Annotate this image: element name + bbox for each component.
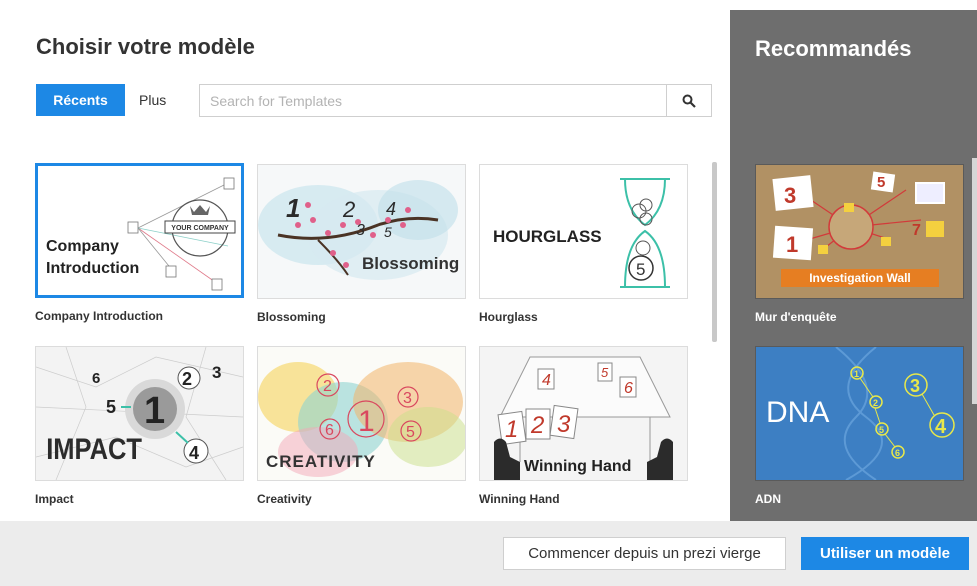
svg-text:3: 3 bbox=[403, 390, 412, 407]
svg-text:3: 3 bbox=[557, 411, 571, 438]
svg-text:6: 6 bbox=[92, 370, 100, 387]
impact-thumbnail: 1 2 3 6 5 4 IMPACT bbox=[36, 347, 243, 480]
template-thumbnail[interactable]: YOUR COMPANY Company Introduction bbox=[35, 163, 244, 298]
svg-text:6: 6 bbox=[624, 380, 633, 397]
company-introduction-thumbnail: YOUR COMPANY Company Introduction bbox=[38, 166, 241, 295]
svg-text:4: 4 bbox=[189, 443, 199, 463]
template-thumbnail[interactable]: 1 2 3 6 5 4 IMPACT bbox=[35, 346, 244, 481]
svg-text:4: 4 bbox=[935, 416, 947, 438]
thumb-text-line1: Company bbox=[46, 238, 119, 255]
start-blank-button[interactable]: Commencer depuis un prezi vierge bbox=[503, 537, 786, 570]
template-thumbnail[interactable]: 2 3 1 6 5 CREATIVITY bbox=[257, 346, 466, 481]
svg-text:1: 1 bbox=[144, 390, 165, 432]
template-label: Impact bbox=[35, 492, 74, 506]
svg-text:6: 6 bbox=[895, 448, 900, 458]
svg-text:5: 5 bbox=[384, 224, 392, 240]
tab-more[interactable]: Plus bbox=[139, 84, 166, 116]
thumb-text: DNA bbox=[766, 396, 829, 429]
template-label: Blossoming bbox=[257, 310, 326, 324]
svg-text:3: 3 bbox=[356, 222, 365, 239]
svg-text:5: 5 bbox=[636, 260, 645, 279]
recommended-thumbnail[interactable]: 3 1 5 7 Investigation Wall bbox=[755, 164, 964, 299]
svg-text:7: 7 bbox=[912, 222, 921, 239]
recommended-pane: Recommandés 3 1 5 7 Investigation Wall M… bbox=[730, 10, 977, 521]
svg-text:5: 5 bbox=[877, 174, 885, 191]
hourglass-thumbnail: 5 HOURGLASS bbox=[480, 165, 687, 298]
template-chooser-dialog: Choisir votre modèle Récents Plus Search… bbox=[0, 0, 977, 586]
svg-text:2: 2 bbox=[342, 197, 355, 222]
creativity-thumbnail: 2 3 1 6 5 CREATIVITY bbox=[258, 347, 465, 480]
svg-text:3: 3 bbox=[910, 376, 920, 396]
recommended-scrollbar[interactable] bbox=[972, 158, 977, 404]
thumb-text: Investigation Wall bbox=[809, 271, 911, 285]
svg-text:2: 2 bbox=[530, 412, 544, 439]
thumb-text: Blossoming bbox=[362, 254, 459, 273]
thumb-text: CREATIVITY bbox=[266, 452, 376, 471]
search-icon bbox=[682, 94, 696, 108]
svg-text:5: 5 bbox=[106, 397, 116, 417]
search-input[interactable] bbox=[200, 85, 667, 116]
blossoming-thumbnail: 1 2 4 3 5 Blossoming bbox=[258, 165, 465, 298]
template-label: Winning Hand bbox=[479, 492, 560, 506]
recommended-label: ADN bbox=[755, 492, 781, 506]
svg-text:1: 1 bbox=[286, 193, 300, 223]
templates-pane: Choisir votre modèle Récents Plus Search… bbox=[0, 0, 730, 520]
thumb-text-line2: Introduction bbox=[46, 260, 139, 277]
svg-text:3: 3 bbox=[784, 183, 796, 208]
svg-text:3: 3 bbox=[212, 363, 221, 382]
template-label: Creativity bbox=[257, 492, 312, 506]
investigation-wall-thumbnail: 3 1 5 7 Investigation Wall bbox=[756, 165, 963, 298]
recommended-label: Mur d'enquête bbox=[755, 310, 837, 324]
svg-text:5: 5 bbox=[406, 424, 415, 441]
template-thumbnail[interactable]: 4 56 123 Winning Hand bbox=[479, 346, 688, 481]
search-button[interactable] bbox=[666, 85, 711, 116]
svg-text:1: 1 bbox=[854, 369, 859, 379]
template-thumbnail[interactable]: 1 2 4 3 5 Blossoming bbox=[257, 164, 466, 299]
template-thumbnail[interactable]: 5 HOURGLASS bbox=[479, 164, 688, 299]
svg-text:4: 4 bbox=[542, 372, 551, 389]
dialog-footer: Commencer depuis un prezi vierge Utilise… bbox=[0, 521, 977, 586]
svg-text:1: 1 bbox=[786, 232, 798, 257]
svg-text:5: 5 bbox=[879, 425, 884, 435]
tab-recent[interactable]: Récents bbox=[36, 84, 125, 116]
svg-text:6: 6 bbox=[325, 422, 334, 439]
dialog-title: Choisir votre modèle bbox=[36, 34, 255, 59]
templates-scrollbar[interactable] bbox=[712, 162, 717, 342]
thumb-text: Winning Hand bbox=[524, 458, 631, 475]
template-label: Hourglass bbox=[479, 310, 538, 324]
svg-text:2: 2 bbox=[873, 398, 878, 408]
svg-text:4: 4 bbox=[386, 199, 396, 219]
svg-text:2: 2 bbox=[182, 369, 192, 389]
thumb-text: HOURGLASS bbox=[493, 227, 602, 246]
svg-text:1: 1 bbox=[358, 405, 375, 438]
template-search bbox=[199, 84, 712, 117]
winning-hand-thumbnail: 4 56 123 Winning Hand bbox=[480, 347, 687, 480]
dna-thumbnail: 1 2 5 6 34 DNA bbox=[756, 347, 963, 480]
thumb-text: IMPACT bbox=[46, 432, 142, 465]
template-label: Company Introduction bbox=[35, 309, 163, 323]
use-template-button[interactable]: Utiliser un modèle bbox=[801, 537, 969, 570]
svg-text:1: 1 bbox=[505, 416, 518, 443]
company-badge: YOUR COMPANY bbox=[171, 225, 229, 232]
svg-text:2: 2 bbox=[323, 378, 332, 395]
recommended-thumbnail[interactable]: 1 2 5 6 34 DNA bbox=[755, 346, 964, 481]
svg-text:5: 5 bbox=[601, 365, 609, 380]
recommended-title: Recommandés bbox=[755, 36, 912, 61]
